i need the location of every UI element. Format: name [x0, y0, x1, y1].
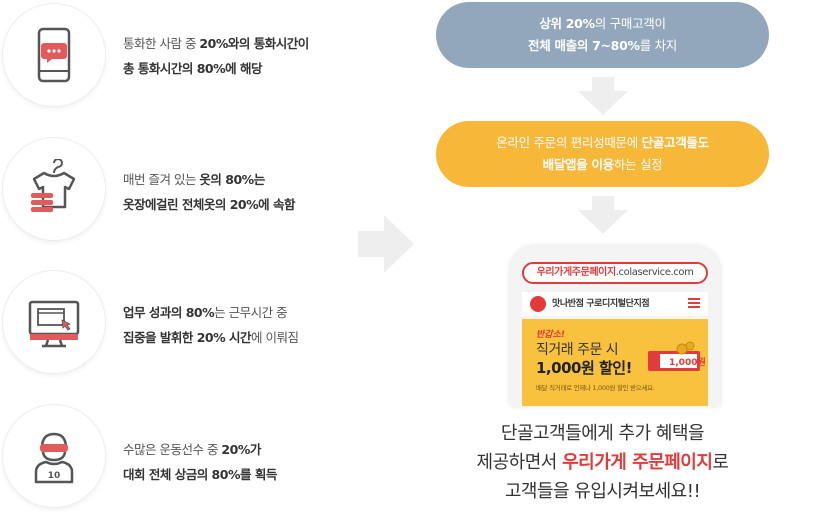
bottom-line1: 단골고객들에게 추가 혜택을 [500, 423, 705, 444]
pill1-l2-bold: 전체 매출의 7~80% [528, 38, 640, 53]
bottom-message: 단골고객들에게 추가 혜택을 제공하면서 우리가게 주문페이지로 고객들을 유입… [430, 419, 775, 506]
jersey-number: 10 [48, 471, 61, 481]
banner-small: 배달 직거래로 언제나 1,000원 할인 받으세요. [536, 384, 655, 392]
clothes-icon [31, 159, 76, 212]
bottom-highlight: 우리가게 주문페이지 [562, 452, 713, 473]
store-name: 맛나반점 구로디지털단지점 [552, 299, 650, 309]
pill2-l2-bold: 배달앱을 이용 [542, 157, 615, 172]
right-arrow-icon [358, 215, 414, 273]
row-text-line2a: 집중을 발휘한 20% 시간 [123, 330, 251, 345]
bottom-line3: 고객들을 유입시켜보세요!! [504, 481, 701, 502]
pill-delivery-apps: 온라인 주문의 편리성때문에 단골고객들도 배달앱을 이용하는 실정 [436, 121, 769, 187]
monitor-icon [28, 300, 80, 348]
row-text-line2: 옷장에걸린 전체옷의 20%에 속함 [123, 197, 295, 212]
url-bar[interactable]: 우리가게주문페이지.colaservice.com [522, 262, 708, 284]
row-text-line2b: 에 이뤄짐 [250, 330, 299, 345]
row-text-b: 20%와의 통화시간이 [199, 36, 309, 51]
pill1-l1-rest: 의 구매고객이 [594, 16, 666, 31]
row-text: 통화한 사람 중 20%와의 통화시간이 총 통화시간의 80%에 해당 [123, 31, 309, 81]
pareto-row-athletes: 10 수많은 운동선수 중 20%가 대회 전체 상금의 80%를 획득 [0, 400, 360, 518]
icon-circle [3, 138, 105, 240]
url-highlight: 우리가게주문페이지 [536, 267, 617, 278]
url-domain: .colaservice.com [615, 267, 694, 278]
pareto-row-clothes: 매번 즐겨 있는 옷의 80%는 옷장에걸린 전체옷의 20%에 속함 [0, 133, 360, 251]
row-text-a: 업무 성과의 80% [123, 305, 215, 320]
row-text: 수많은 운동선수 중 20%가 대회 전체 상금의 80%를 획득 [123, 437, 277, 487]
promo-banner[interactable]: 반갑소! 직거래 주문 시 1,000원 할인! 배달 직거래로 언제나 1,0… [522, 319, 708, 406]
phone-mockup: 우리가게주문페이지.colaservice.com 맛나반점 구로디지털단지점 … [510, 246, 720, 406]
row-text-a: 수많은 운동선수 중 [123, 442, 222, 457]
icon-circle: 10 [3, 405, 105, 507]
row-text-line2: 총 통화시간의 80%에 해당 [123, 61, 262, 76]
bottom-line2b: 로 [712, 452, 729, 473]
row-text-line2: 대회 전체 상금의 80%를 획득 [123, 467, 277, 482]
row-text-b: 는 근무시간 중 [214, 305, 288, 320]
store-logo-icon [530, 296, 546, 312]
coupon-value: 1,000원 [669, 358, 706, 368]
icon-circle [3, 271, 105, 373]
pill2-l1-a: 온라인 주문의 편리성때문에 [496, 135, 642, 150]
row-text-a: 통화한 사람 중 [123, 36, 200, 51]
row-text-a: 매번 즐겨 있는 [123, 172, 200, 187]
menu-icon[interactable] [688, 298, 700, 310]
row-text-b: 옷의 80%는 [199, 172, 265, 187]
pill1-l2-rest: 를 차지 [639, 38, 678, 53]
pill1-l1-bold: 상위 20% [539, 16, 595, 31]
athlete-icon: 10 [34, 432, 74, 484]
pareto-row-work: 업무 성과의 80%는 근무시간 중 집중을 발휘한 20% 시간에 이뤄짐 [0, 266, 360, 384]
bottom-line2a: 제공하면서 [476, 452, 563, 473]
row-text: 매번 즐겨 있는 옷의 80%는 옷장에걸린 전체옷의 20%에 속함 [123, 167, 295, 217]
pill2-l2-rest: 하는 실정 [613, 157, 663, 172]
phone-chat-icon [37, 27, 71, 83]
row-text-b: 20%가 [221, 442, 261, 457]
pill2-l1-bold: 단골고객들도 [641, 135, 710, 150]
down-arrow-icon [578, 196, 628, 234]
pill-top-customers: 상위 20%의 구매고객이 전체 매출의 7~80%를 차지 [436, 2, 769, 68]
store-header: 맛나반점 구로디지털단지점 [522, 292, 708, 316]
banner-line1: 직거래 주문 시 [536, 342, 619, 358]
banner-line2: 1,000원 할인! [536, 359, 632, 377]
down-arrow-icon [578, 77, 628, 115]
pareto-row-calls: 통화한 사람 중 20%와의 통화시간이 총 통화시간의 80%에 해당 [0, 0, 360, 118]
icon-circle [3, 4, 105, 106]
row-text: 업무 성과의 80%는 근무시간 중 집중을 발휘한 20% 시간에 이뤄짐 [123, 300, 299, 350]
